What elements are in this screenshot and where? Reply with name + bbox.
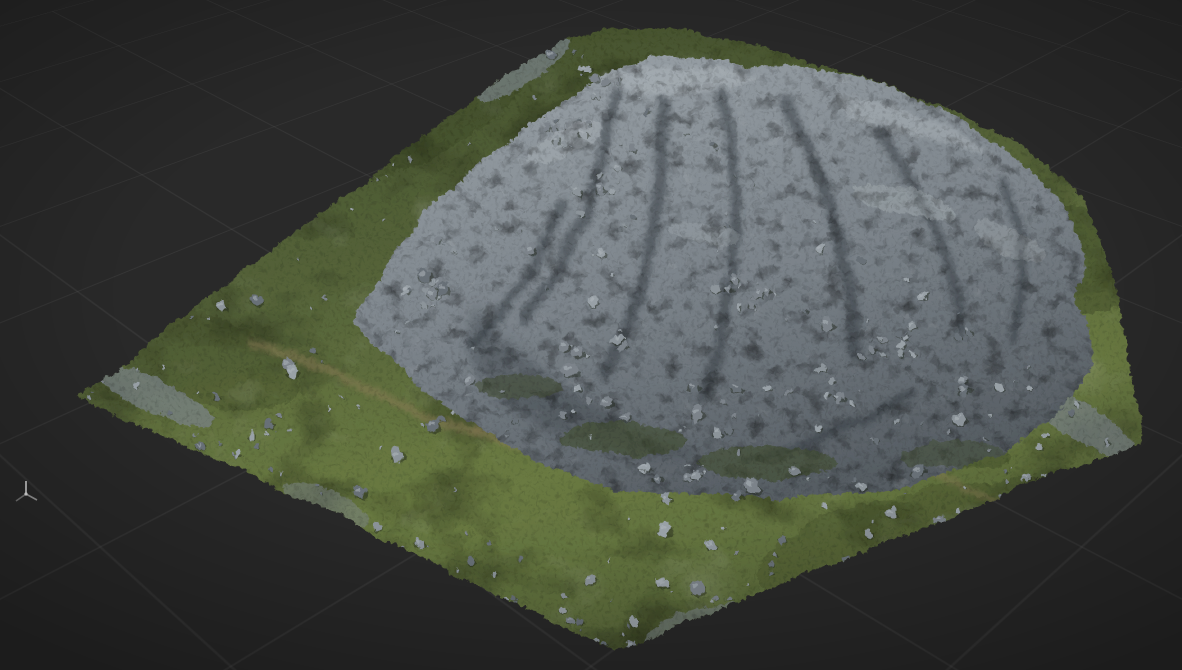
terrain-grain bbox=[75, 24, 1138, 648]
axis-gizmo-icon bbox=[15, 481, 38, 502]
scene-svg bbox=[15, 5, 1150, 660]
viewport-canvas[interactable] bbox=[0, 0, 1182, 670]
terrain-mesh[interactable] bbox=[40, 5, 1150, 660]
